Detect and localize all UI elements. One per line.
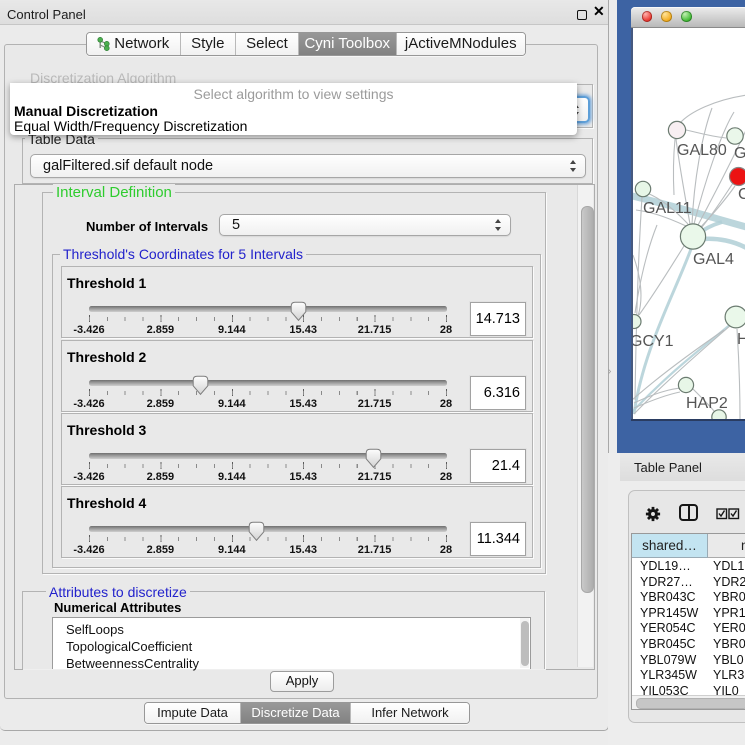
svg-text:H: H: [737, 331, 745, 348]
svg-text:GAL11: GAL11: [643, 200, 692, 217]
svg-text:GCY1: GCY1: [633, 333, 674, 350]
svg-text:G.: G.: [734, 145, 745, 162]
svg-text:C: C: [738, 186, 745, 203]
svg-text:GAL80: GAL80: [677, 142, 727, 159]
svg-text:HAP2: HAP2: [686, 395, 728, 412]
svg-text:GAL4: GAL4: [693, 251, 734, 268]
